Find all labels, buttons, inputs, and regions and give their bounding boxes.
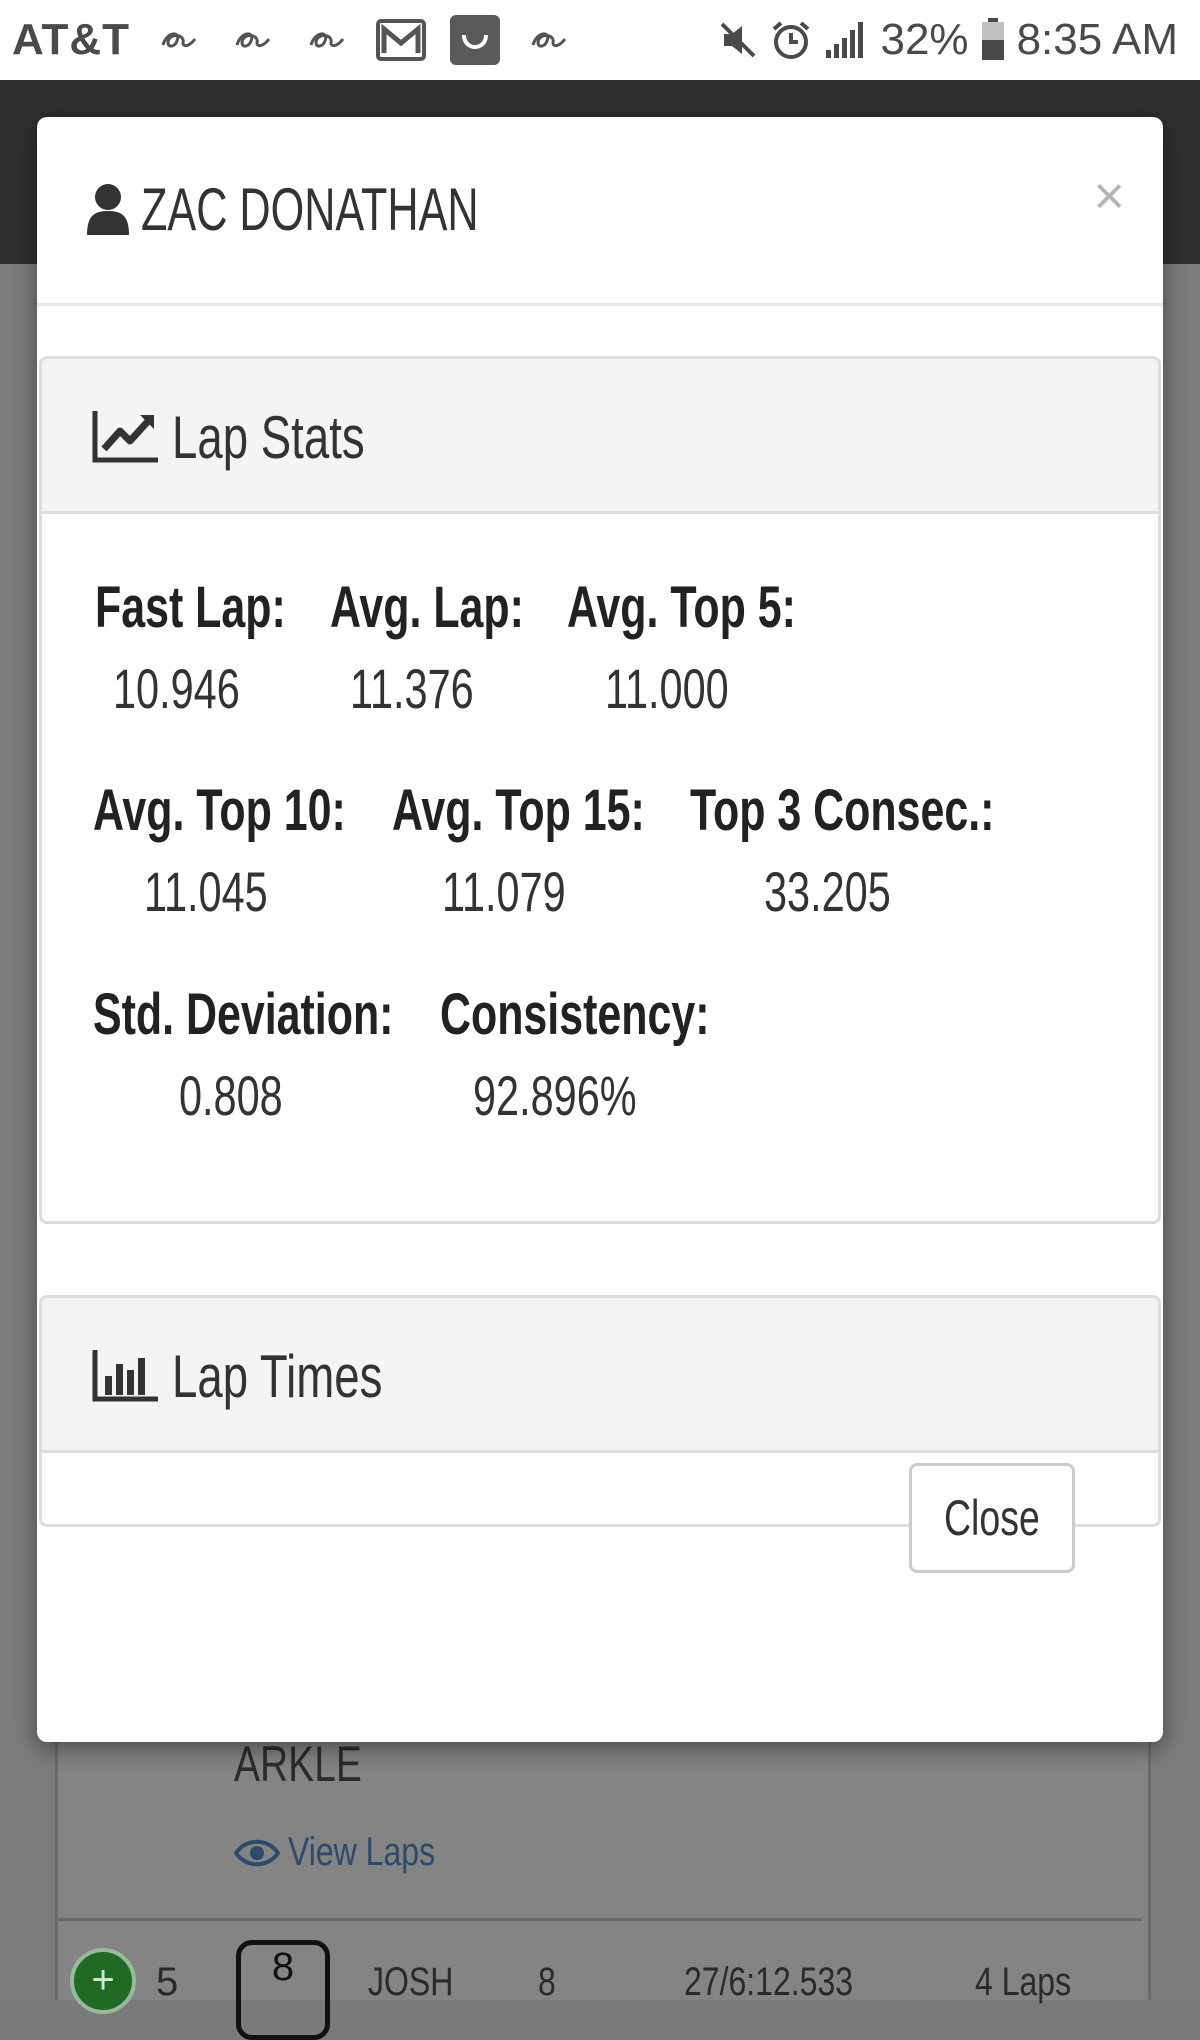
line-chart-icon <box>92 409 160 468</box>
stat-value: 11.045 <box>144 860 268 923</box>
stat-avg-top-10: Avg. Top 10: 11.045 <box>93 777 435 923</box>
lap-stats-title: Lap Stats <box>172 404 365 471</box>
background-table-row: + 5 8 JOSH 8 27/6:12.533 4 Laps <box>60 1940 1140 2040</box>
stat-value: 11.000 <box>605 657 729 720</box>
mute-icon <box>718 20 758 60</box>
alarm-icon <box>770 19 812 61</box>
background-row-laps: 4 Laps <box>975 1960 1072 2004</box>
close-button-label: Close <box>944 1490 1040 1546</box>
signal-icon <box>824 20 868 60</box>
background-row-name: JOSH <box>368 1960 454 2004</box>
stat-label: Fast Lap: <box>95 575 286 640</box>
stat-label: Std. Deviation: <box>93 982 394 1047</box>
close-icon[interactable]: × <box>1093 165 1125 227</box>
user-icon <box>85 183 133 237</box>
cursive-a-icon <box>520 15 578 65</box>
background-pin-badge: 8 <box>236 1940 330 2040</box>
lap-stats-panel-header: Lap Stats <box>42 359 1158 514</box>
carrier-label: AT&T <box>12 15 131 64</box>
lap-times-panel-header: Lap Times <box>42 1298 1158 1453</box>
lap-times-title: Lap Times <box>172 1343 383 1410</box>
background-divider <box>58 1918 1142 1921</box>
stat-value: 33.205 <box>764 860 891 923</box>
status-bar-right: 32% 8:35 AM <box>706 15 1178 65</box>
status-bar-left: AT&T <box>12 15 594 65</box>
battery-percent: 32% <box>880 15 969 64</box>
cursive-a-icon <box>298 15 356 65</box>
status-bar: AT&T 32% 8:35 AM <box>0 0 1200 80</box>
modal-title: ZAC DONATHAN <box>141 176 479 243</box>
notification-icons <box>150 15 594 65</box>
lap-stats-panel: Lap Stats Fast Lap: 10.946 Avg. Lap: 11.… <box>39 356 1161 1224</box>
stat-value: 10.946 <box>113 657 240 720</box>
close-button[interactable]: Close <box>909 1463 1075 1573</box>
stat-std-deviation: Std. Deviation: 0.808 <box>93 981 499 1127</box>
clock-time: 8:35 AM <box>1016 15 1178 64</box>
stat-fast-lap: Fast Lap: 10.946 <box>95 574 353 720</box>
cursive-a-icon <box>224 15 282 65</box>
stat-top-3-consec: Top 3 Consec.: 33.205 <box>690 777 1101 923</box>
background-driver-name: ARKLE <box>234 1736 362 1792</box>
battery-icon <box>981 18 1005 62</box>
stat-avg-lap: Avg. Lap: 11.376 <box>330 574 592 720</box>
background-view-laps-link: View Laps <box>234 1830 472 1875</box>
stat-avg-top-5: Avg. Top 5: 11.000 <box>567 574 876 720</box>
stat-label: Consistency: <box>440 982 710 1047</box>
bar-chart-icon <box>92 1348 160 1407</box>
stat-value: 11.376 <box>350 657 474 720</box>
shopping-bag-icon <box>446 15 504 65</box>
background-row-number: 8 <box>538 1960 556 2004</box>
background-rank: 5 <box>156 1960 179 2004</box>
stat-label: Avg. Lap: <box>330 575 524 640</box>
stat-label: Avg. Top 5: <box>567 575 796 640</box>
eye-icon <box>234 1838 280 1868</box>
cursive-a-icon <box>150 15 208 65</box>
stat-label: Avg. Top 10: <box>93 778 346 843</box>
stat-value: 0.808 <box>179 1064 283 1127</box>
background-row-result: 27/6:12.533 <box>684 1960 854 2004</box>
stat-value: 92.896% <box>473 1064 637 1127</box>
stat-value: 11.079 <box>442 860 566 923</box>
stat-avg-top-15: Avg. Top 15: 11.079 <box>392 777 734 923</box>
modal-header: ZAC DONATHAN × <box>37 117 1163 306</box>
mail-icon <box>372 15 430 65</box>
view-laps-label: View Laps <box>288 1830 436 1874</box>
stat-label: Top 3 Consec.: <box>690 778 995 843</box>
expand-plus-icon: + <box>70 1948 136 2014</box>
stat-consistency: Consistency: 92.896% <box>440 981 804 1127</box>
stat-label: Avg. Top 15: <box>392 778 645 843</box>
